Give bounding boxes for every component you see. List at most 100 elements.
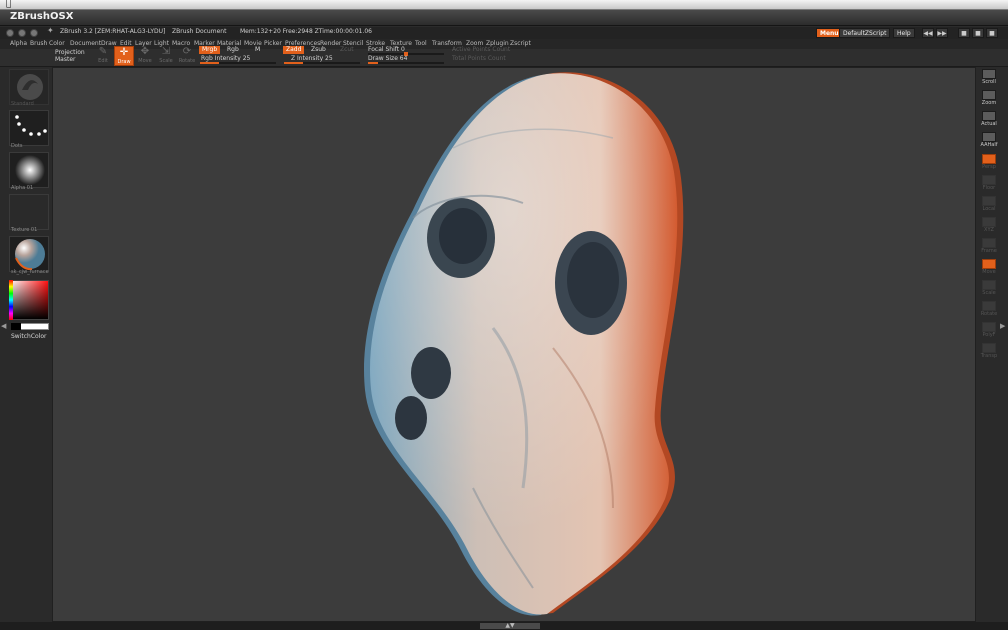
scroll-icon — [982, 69, 996, 79]
rotate-view-button[interactable]: Rotate — [979, 301, 999, 317]
frame-button[interactable]: Frame — [979, 238, 999, 254]
apple-menu-icon[interactable]:  — [6, 0, 11, 9]
dots-stroke-icon — [15, 115, 47, 136]
scale-view-button[interactable]: Scale — [979, 280, 999, 296]
rotate-view-icon — [982, 301, 996, 311]
bottom-tray-toggle-icon[interactable]: ▲▼ — [480, 623, 540, 629]
top-shelf: Projection Master ✎ Edit ✛ Draw ✥ Move ⇲ Sca… — [0, 46, 1008, 67]
mrgb-toggle[interactable]: Mrgb — [199, 46, 221, 54]
menu-zscript[interactable]: Zscript — [510, 40, 531, 47]
floor-button[interactable]: Floor — [979, 175, 999, 191]
layout-1-icon[interactable]: ■ — [958, 28, 970, 38]
default-zscript-button[interactable]: DefaultZScript — [839, 28, 891, 38]
frame-icon — [982, 238, 996, 248]
draw-icon: ✛ — [119, 47, 129, 58]
move-button[interactable]: ✥ Move — [135, 46, 155, 66]
brush-label: Standard — [11, 101, 34, 107]
prev-icon[interactable]: ◀◀ — [922, 28, 934, 38]
draw-size-label: Draw Size 64 — [368, 55, 408, 62]
projection-master-button[interactable]: Projection Master — [55, 49, 91, 63]
color-picker[interactable] — [9, 280, 49, 320]
total-points-count: Total Points Count — [452, 55, 506, 62]
next-icon[interactable]: ▶▶ — [936, 28, 948, 38]
app-title: ZBrushOSX — [10, 11, 74, 22]
stroke-slot[interactable] — [9, 110, 49, 146]
main-secondary-color[interactable] — [11, 323, 49, 330]
system-menubar:  — [0, 0, 1008, 10]
rgb-toggle[interactable]: Rgb — [224, 46, 242, 54]
persp-button[interactable]: Persp — [979, 154, 999, 170]
move-view-button[interactable]: Move — [979, 259, 999, 275]
draw-size-slider[interactable] — [368, 62, 444, 64]
polyf-icon — [982, 322, 996, 332]
scale-icon: ⇲ — [161, 46, 171, 57]
transp-icon — [982, 343, 996, 353]
close-window-icon[interactable] — [6, 29, 14, 37]
brush-slot[interactable] — [9, 69, 49, 105]
help-button[interactable]: Help — [893, 28, 915, 38]
actual-icon — [982, 111, 996, 121]
minimize-window-icon[interactable] — [18, 29, 26, 37]
rgb-intensity-slider[interactable] — [200, 62, 276, 64]
menu-tool[interactable]: Tool — [415, 40, 427, 47]
local-button[interactable]: Local — [979, 196, 999, 212]
scale-button[interactable]: ⇲ Scale — [156, 46, 176, 66]
zcut-toggle[interactable]: Zcut — [337, 46, 357, 54]
alpha-brush-icon — [15, 155, 45, 185]
z-intensity-slider[interactable] — [284, 62, 360, 64]
aahalf-button[interactable]: AAHalf — [979, 132, 999, 148]
settings-icon[interactable] — [30, 29, 38, 37]
floor-icon — [982, 175, 996, 185]
m-toggle[interactable]: M — [252, 46, 263, 54]
zoom-button[interactable]: Zoom — [979, 90, 999, 106]
memory-stats: Mem:132+20 Free:2948 ZTime:00:00:01.06 — [240, 28, 372, 35]
edit-button[interactable]: ✎ Edit — [93, 46, 113, 66]
hue-strip[interactable] — [9, 280, 13, 320]
z-intensity-label: Z Intensity 25 — [291, 55, 333, 62]
info-bar: ✦ ZBrush 3.2 [ZEM:RHAT-ALG3-LYDU] ZBrush… — [0, 26, 1008, 39]
alpha-label: Alpha 01 — [11, 185, 34, 191]
secondary-color-swatch[interactable] — [11, 323, 21, 330]
draw-size-fill — [368, 62, 378, 64]
rgb-intensity-fill — [200, 62, 219, 64]
rotate-button[interactable]: ⟳ Rotate — [177, 46, 197, 66]
menu-alpha[interactable]: Alpha — [10, 40, 27, 47]
material-label: sk_cjw_furnace — [11, 269, 49, 275]
scroll-button[interactable]: Scroll — [979, 69, 999, 85]
texture-slot[interactable] — [9, 194, 49, 230]
polyf-button[interactable]: PolyF — [979, 322, 999, 338]
active-points-count: Active Points Count — [452, 46, 511, 53]
menu-brush[interactable]: Brush — [30, 40, 47, 47]
focal-shift-label: Focal Shift 0 — [368, 46, 405, 53]
transp-button[interactable]: Transp — [979, 343, 999, 359]
zsub-toggle[interactable]: Zsub — [308, 46, 329, 54]
left-tray-toggle-icon[interactable]: ◀ — [1, 322, 6, 330]
actual-button[interactable]: Actual — [979, 111, 999, 127]
rotate-icon: ⟳ — [182, 46, 192, 57]
zadd-toggle[interactable]: Zadd — [283, 46, 305, 54]
rgb-intensity-label: Rgb Intensity 25 — [201, 55, 251, 62]
z-intensity-fill — [284, 62, 303, 64]
layout-2-icon[interactable]: ■ — [972, 28, 984, 38]
edit-icon: ✎ — [98, 46, 108, 57]
texture-label: Texture 01 — [11, 227, 38, 233]
zoom-icon — [982, 90, 996, 100]
zbrush-logo-icon: ✦ — [47, 26, 54, 35]
scale-view-icon — [982, 280, 996, 290]
right-tray-toggle-icon[interactable]: ▶ — [1000, 322, 1005, 330]
document-name: ZBrush Document — [172, 28, 227, 35]
local-icon — [982, 196, 996, 206]
bottom-tray: ▲▼ — [0, 622, 1008, 630]
move-view-icon — [982, 259, 996, 269]
left-tray: ◀ Standard Dots Alpha 01 Texture 01 sk_c… — [0, 67, 52, 624]
xyz-button[interactable]: XYZ — [979, 217, 999, 233]
layout-3-icon[interactable]: ■ — [986, 28, 998, 38]
switch-color-button[interactable]: SwitchColor — [11, 333, 47, 340]
alpha-slot[interactable] — [9, 152, 49, 188]
menu-picker[interactable]: Picker — [264, 40, 282, 47]
menu-color[interactable]: Color — [49, 40, 65, 47]
material-slot[interactable] — [9, 236, 49, 272]
title-bar: ZBrushOSX — [0, 10, 1008, 26]
draw-button[interactable]: ✛ Draw — [114, 46, 134, 66]
document-canvas[interactable] — [52, 67, 976, 622]
